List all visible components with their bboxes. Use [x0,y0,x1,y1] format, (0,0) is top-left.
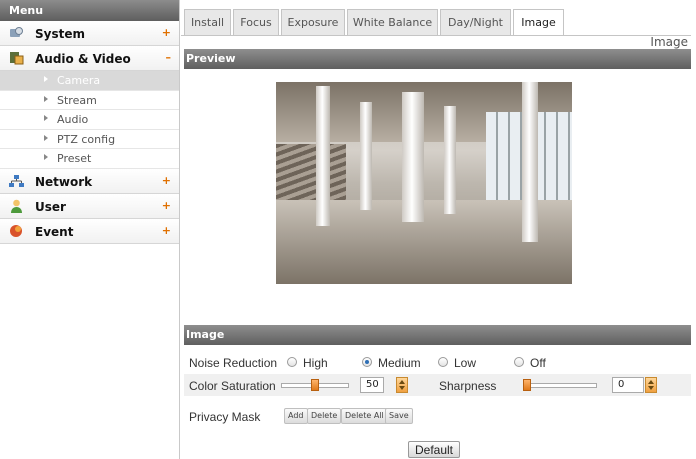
arrow-right-icon [44,76,48,82]
privacy-mask-label: Privacy Mask [189,410,261,424]
audio-video-icon [10,52,24,65]
preview-column [316,86,330,226]
noise-reduction-label: Noise Reduction [189,356,278,370]
privacy-mask-row: Privacy Mask Add Delete Delete All Save [184,405,691,429]
menu-header: Menu [0,0,179,21]
sidebar-item-label: Audio & Video [35,52,131,66]
color-saturation-thumb[interactable] [311,379,319,391]
subitem-label: Camera [57,74,101,87]
audio-video-submenu: Camera Stream Audio PTZ config Preset [0,71,179,169]
expand-toggle[interactable]: + [162,224,171,237]
sidebar-subitem-ptz-config[interactable]: PTZ config [0,130,179,149]
page-title: Image [650,35,688,49]
sharpness-spinner[interactable] [645,377,657,393]
color-saturation-spinner[interactable] [396,377,408,393]
sidebar-item-system[interactable]: System + [0,21,179,46]
privacy-mask-delete-button[interactable]: Delete [307,408,342,424]
tab-focus[interactable]: Focus [233,9,279,35]
sidebar-item-network[interactable]: Network + [0,168,179,194]
expand-toggle[interactable]: + [162,26,171,39]
sharpness-label: Sharpness [439,379,497,393]
sidebar-subitem-preset[interactable]: Preset [0,149,179,169]
preview-column [402,92,424,222]
sidebar-item-label: Network [35,174,93,189]
sidebar-item-label: Event [35,224,74,239]
radio-label: Low [454,356,477,370]
sidebar-item-user[interactable]: User + [0,193,179,219]
sidebar-subitem-audio[interactable]: Audio [0,110,179,130]
subitem-label: Stream [57,93,97,107]
default-button[interactable]: Default [408,441,460,458]
noise-reduction-row: Noise Reduction High Medium Low Off [184,351,691,373]
sidebar-item-event[interactable]: Event + [0,218,179,244]
radio-label: Medium [378,356,421,370]
main-content: Install Focus Exposure White Balance Day… [181,0,691,459]
privacy-mask-save-button[interactable]: Save [385,408,413,424]
color-saturation-value[interactable]: 50 [360,377,384,393]
expand-toggle[interactable]: + [162,199,171,212]
arrow-right-icon [44,95,48,102]
noise-reduction-high-radio[interactable] [287,357,297,367]
tab-install[interactable]: Install [184,9,231,35]
radio-label: Off [530,356,546,370]
tab-divider [181,35,691,36]
sidebar-item-audio-video[interactable]: Audio & Video – [0,46,179,71]
image-section-header: Image [184,325,691,345]
subitem-label: Preset [57,152,92,165]
color-saturation-label: Color Saturation [189,379,276,393]
sidebar-subitem-stream[interactable]: Stream [0,91,179,110]
user-icon [11,199,22,213]
noise-reduction-medium-radio[interactable] [362,357,372,367]
privacy-mask-delete-all-button[interactable]: Delete All [341,408,388,424]
expand-toggle[interactable]: + [162,174,171,187]
privacy-mask-add-button[interactable]: Add [284,408,308,424]
noise-reduction-off-radio[interactable] [514,357,524,367]
sharpness-slider[interactable] [525,383,597,388]
preview-column [444,106,456,214]
subitem-label: PTZ config [57,132,116,146]
tab-day-night[interactable]: Day/Night [440,9,511,35]
event-icon [10,224,22,237]
system-icon [10,27,23,37]
network-icon [9,174,24,187]
sidebar-item-label: System [35,27,85,41]
subitem-label: Audio [57,113,89,126]
noise-reduction-low-radio[interactable] [438,357,448,367]
arrow-right-icon [44,154,48,160]
sidebar-subitem-camera[interactable]: Camera [0,71,179,91]
arrow-right-icon [44,134,48,141]
sharpness-thumb[interactable] [523,379,531,391]
preview-column [522,82,538,242]
sharpness-value[interactable]: 0 [612,377,644,393]
color-sharpness-row: Color Saturation 50 Sharpness 0 [184,374,691,396]
preview-section-header: Preview [184,49,691,69]
sidebar-menu: Menu System + Audio & Video – Camera Str… [0,0,180,459]
tab-white-balance[interactable]: White Balance [347,9,438,35]
preview-column [360,102,372,210]
tab-image[interactable]: Image [513,9,564,36]
sidebar-item-label: User [35,199,66,214]
tab-exposure[interactable]: Exposure [281,9,345,35]
arrow-right-icon [44,115,48,121]
camera-preview-image [276,82,572,284]
collapse-toggle[interactable]: – [166,51,172,64]
radio-label: High [303,356,328,370]
